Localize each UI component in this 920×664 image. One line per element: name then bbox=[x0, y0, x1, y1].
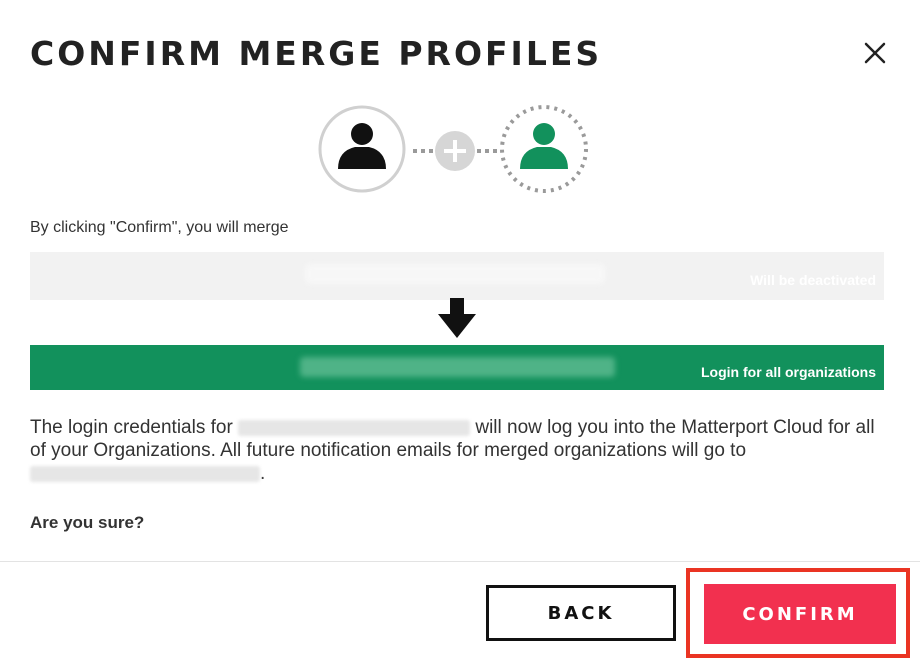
merge-avatars bbox=[318, 105, 588, 193]
confirm-button[interactable]: CONFIRM bbox=[704, 584, 896, 644]
back-button[interactable]: BACK bbox=[486, 585, 676, 641]
target-avatar-icon bbox=[500, 105, 588, 193]
dialog-title: CONFIRM MERGE PROFILES bbox=[30, 34, 603, 73]
close-icon[interactable] bbox=[860, 38, 890, 68]
confirm-question: Are you sure? bbox=[30, 513, 145, 532]
redacted-email bbox=[30, 465, 260, 482]
merge-explanation: The login credentials for will now log y… bbox=[30, 417, 875, 484]
source-avatar-icon bbox=[318, 105, 406, 193]
merge-intro-text: By clicking "Confirm", you will merge bbox=[30, 219, 289, 236]
plus-icon bbox=[435, 131, 475, 171]
source-email-redacted bbox=[305, 264, 605, 284]
arrow-down-icon bbox=[438, 298, 476, 338]
source-status: Will be deactivated bbox=[750, 272, 876, 288]
source-account-row: Will be deactivated bbox=[30, 252, 884, 300]
footer-divider bbox=[0, 561, 920, 562]
target-email-redacted bbox=[300, 357, 615, 377]
target-account-row: Login for all organizations bbox=[30, 345, 884, 390]
target-status: Login for all organizations bbox=[701, 364, 876, 380]
redacted-email bbox=[238, 419, 471, 436]
